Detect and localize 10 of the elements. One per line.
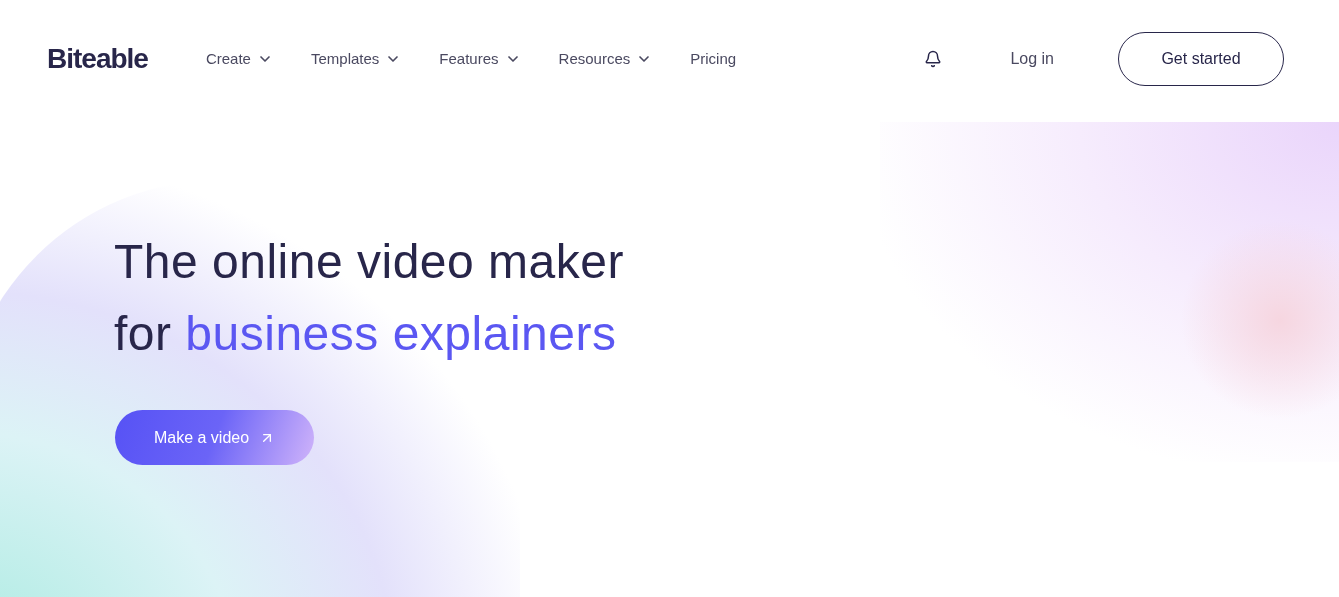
nav-link[interactable]: Templates <box>310 47 402 71</box>
nav-link[interactable]: Create <box>205 47 273 71</box>
logo[interactable]: Biteable <box>47 38 148 80</box>
hero-headline: The online video maker for business explainers <box>114 234 624 362</box>
notification-icon[interactable] <box>924 50 943 68</box>
make-video-button[interactable]: Make a video <box>115 410 314 465</box>
nav-link[interactable]: Pricing <box>690 47 737 71</box>
nav-link[interactable]: Features <box>439 47 521 71</box>
login-link[interactable]: Log in <box>1010 47 1054 71</box>
nav-link[interactable]: Resources <box>558 47 653 71</box>
